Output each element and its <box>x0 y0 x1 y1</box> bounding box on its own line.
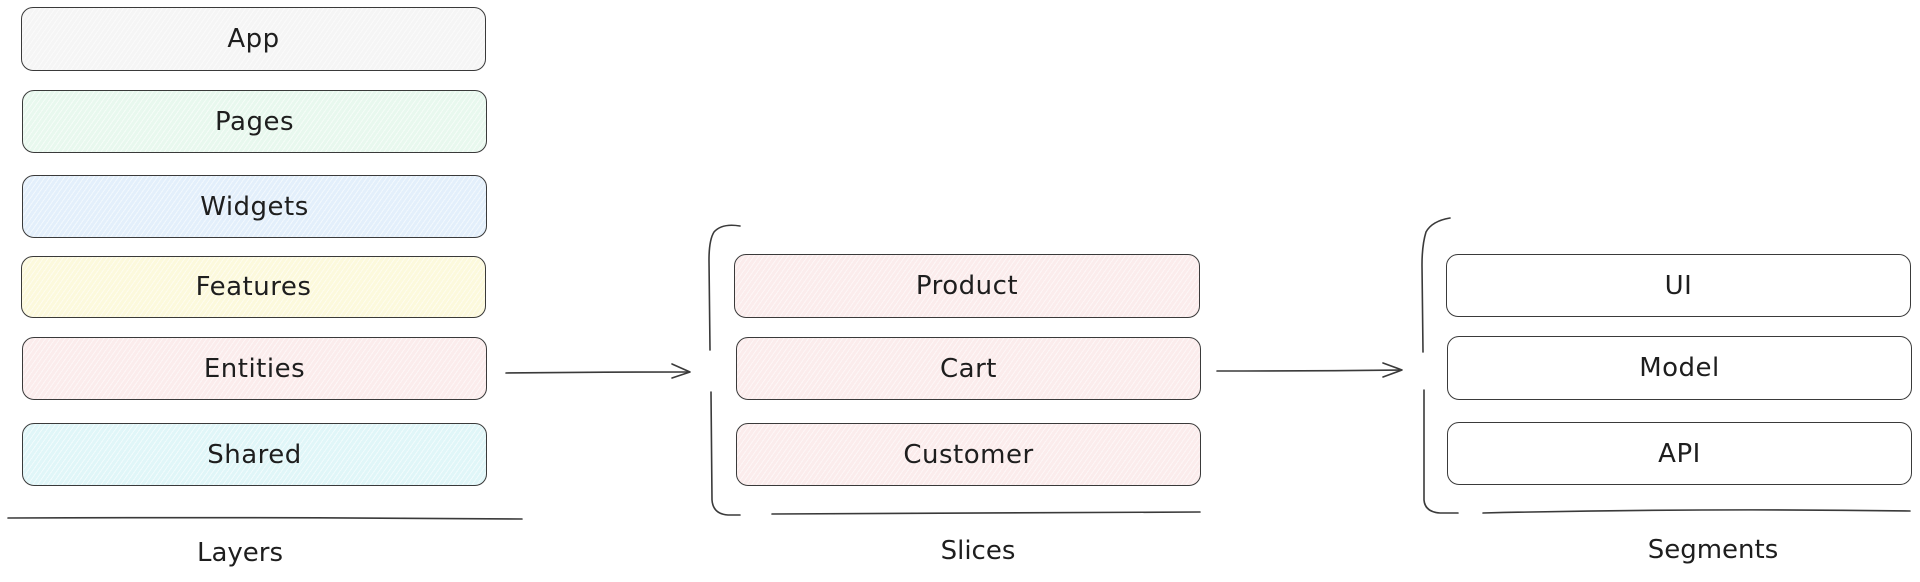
slice-label: Customer <box>903 439 1034 470</box>
layer-box-features[interactable]: Features <box>21 256 486 318</box>
segment-label: Model <box>1639 353 1720 383</box>
arrowhead-icon <box>671 363 691 379</box>
arrow-layers-to-slices <box>505 371 690 374</box>
segments-base-line <box>1482 509 1911 514</box>
segment-box-model[interactable]: Model <box>1447 336 1912 400</box>
caption-slices: Slices <box>940 536 1016 566</box>
segment-box-api[interactable]: API <box>1447 422 1912 485</box>
layer-box-widgets[interactable]: Widgets <box>22 175 487 238</box>
layer-label: Features <box>195 272 312 302</box>
slice-box-cart[interactable]: Cart <box>736 337 1201 400</box>
segment-label: API <box>1658 438 1701 469</box>
slice-label: Cart <box>940 353 997 384</box>
slice-box-product[interactable]: Product <box>734 254 1200 318</box>
layer-label: App <box>227 24 280 54</box>
layer-box-pages[interactable]: Pages <box>22 90 487 153</box>
layers-base-line <box>7 516 523 520</box>
segment-label: UI <box>1664 270 1693 301</box>
layer-label: Widgets <box>200 191 309 222</box>
layer-box-entities[interactable]: Entities <box>22 337 487 400</box>
slices-base-line <box>771 511 1201 515</box>
caption-layers: Layers <box>196 538 284 568</box>
layer-label: Shared <box>207 439 302 470</box>
arrow-slices-to-segments <box>1216 369 1402 372</box>
layer-label: Entities <box>203 353 306 384</box>
layer-box-app[interactable]: App <box>21 7 486 71</box>
caption-segments: Segments <box>1647 535 1779 565</box>
layer-box-shared[interactable]: Shared <box>22 423 487 486</box>
segment-box-ui[interactable]: UI <box>1446 254 1911 317</box>
layer-label: Pages <box>215 106 294 137</box>
slice-box-customer[interactable]: Customer <box>736 423 1201 486</box>
slice-label: Product <box>915 271 1019 301</box>
